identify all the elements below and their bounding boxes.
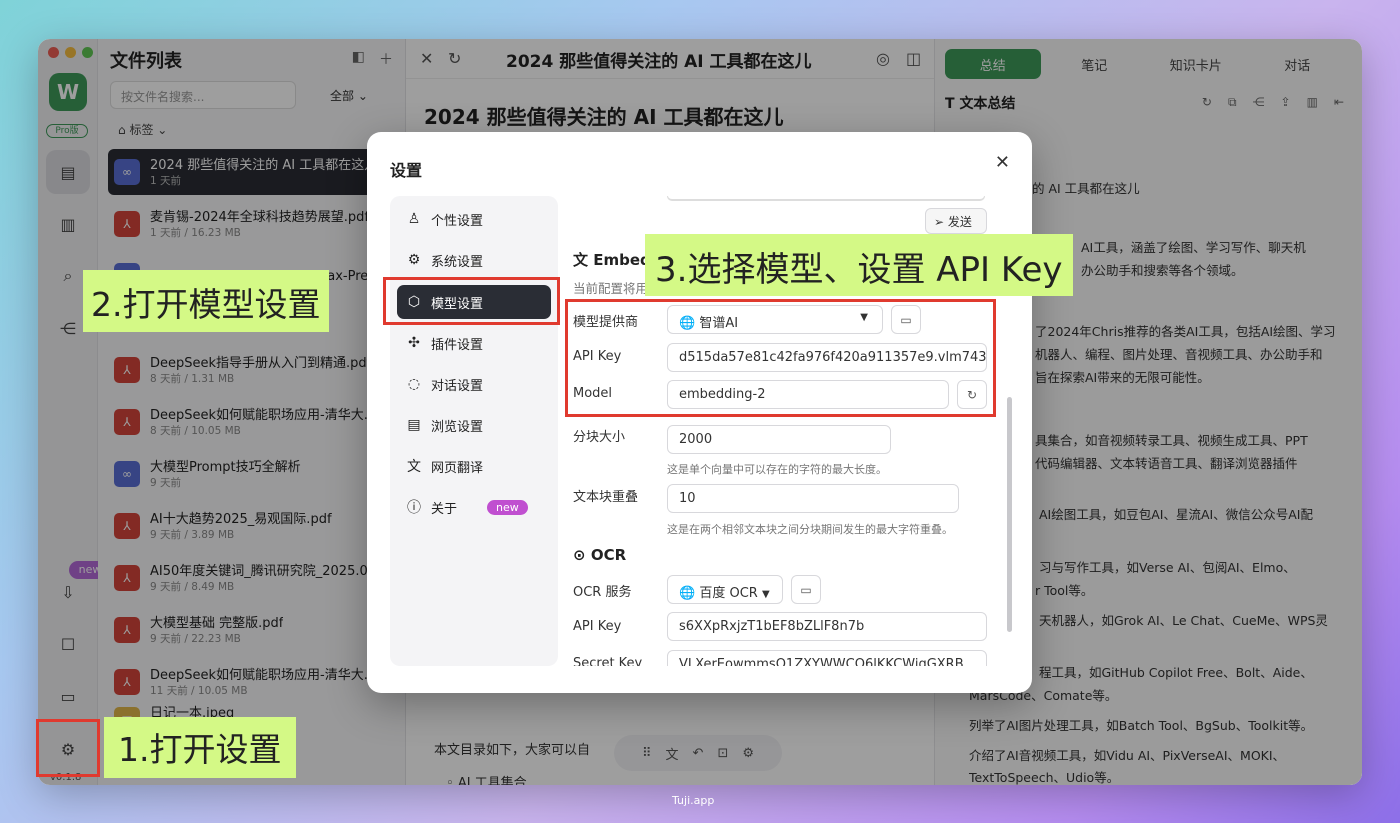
settings-nav: ♙ 个性设置 ⚙ 系统设置 ⬡ 模型设置 ✣ 插件设置 ◌ 对话设置 ▤ 浏览设置 文网页翻… [390,196,558,666]
settings-nav-about[interactable]: ⓘ 关于 new [397,490,551,524]
nav-label: 个性设置 [431,213,484,229]
overlap-hint: 这是在两个相邻文本块之间分块期间发生的最大字符重叠。 [667,523,953,536]
textarea-bottom[interactable] [667,196,985,201]
settings-nav-translate[interactable]: 文网页翻译 [397,449,551,483]
send-icon: ➢ [934,215,945,229]
ocr-service-value: 百度 OCR [699,586,758,601]
nav-label: 关于 [431,501,458,517]
highlight-model-config [565,299,996,417]
ocr-secret-input[interactable]: VLXerEowmmsQ1ZXYWWCQ6lKKCWiqGXRB [667,650,987,666]
puzzle-icon: ✣ [408,335,420,351]
settings-nav-system[interactable]: ⚙ 系统设置 [397,243,551,277]
settings-nav-chat[interactable]: ◌ 对话设置 [397,367,551,401]
user-icon: ♙ [407,211,421,227]
ocr-apikey-input[interactable]: s6XXpRxjzT1bEF8bZLlF8n7b [667,612,987,641]
chunk-label: 分块大小 [573,430,626,445]
document-icon: ▤ [407,417,421,433]
callout-step2: 2.打开模型设置 [83,270,329,332]
ocr-service-select[interactable]: 🌐 百度 OCR ▼ [667,575,783,604]
nav-label: 系统设置 [431,254,484,270]
callout-step3: 3.选择模型、设置 API Key [645,234,1073,296]
new-badge: new [487,499,528,515]
callout-step1: 1.打开设置 [104,717,296,778]
settings-scrollbar[interactable] [1007,397,1012,632]
ocr-apikey-label: API Key [573,619,622,634]
settings-nav-plugin[interactable]: ✣ 插件设置 [397,326,551,360]
chunk-hint: 这是单个向量中可以存在的字符的最大长度。 [667,463,887,476]
monitor-icon: ▭ [800,582,812,597]
send-label: 发送 [947,215,972,229]
ocr-secret-label: Secret Key [573,656,643,666]
embed-section-title: 文 Embed [573,249,651,270]
overlap-label: 文本块重叠 [573,490,639,505]
info-icon: ⓘ [407,500,421,516]
highlight-model-settings [383,277,560,325]
chat-icon: ◌ [407,376,421,392]
ocr-title-text: OCR [590,546,627,564]
chevron-down-icon: ▼ [761,589,770,600]
embed-title-text: Embed [593,251,651,269]
nav-label: 对话设置 [431,378,484,394]
close-icon[interactable]: ✕ [995,152,1010,173]
settings-title: 设置 [390,161,423,180]
translate-icon: 文 [407,459,421,475]
ocr-service-label: OCR 服务 [573,585,632,600]
settings-nav-personal[interactable]: ♙ 个性设置 [397,202,551,236]
scan-icon: ⊙ [573,546,586,564]
gear-icon: ⚙ [407,252,421,268]
nav-label: 浏览设置 [431,419,484,435]
nav-label: 网页翻译 [431,460,484,476]
highlight-settings-button [36,719,100,777]
ocr-local-button[interactable]: ▭ [791,575,821,604]
embed-note: 当前配置将用 [573,281,649,296]
send-button[interactable]: ➢ 发送 [925,208,987,234]
ocr-section-title: ⊙ OCR [573,546,626,564]
globe-icon: 🌐 [679,586,696,601]
overlap-input[interactable]: 10 [667,484,959,513]
nav-label: 插件设置 [431,337,484,353]
footer-brand: Tuji.app [672,794,715,807]
chunk-size-input[interactable]: 2000 [667,425,891,454]
translate-icon: 文 [573,251,589,269]
settings-nav-browse[interactable]: ▤ 浏览设置 [397,408,551,442]
